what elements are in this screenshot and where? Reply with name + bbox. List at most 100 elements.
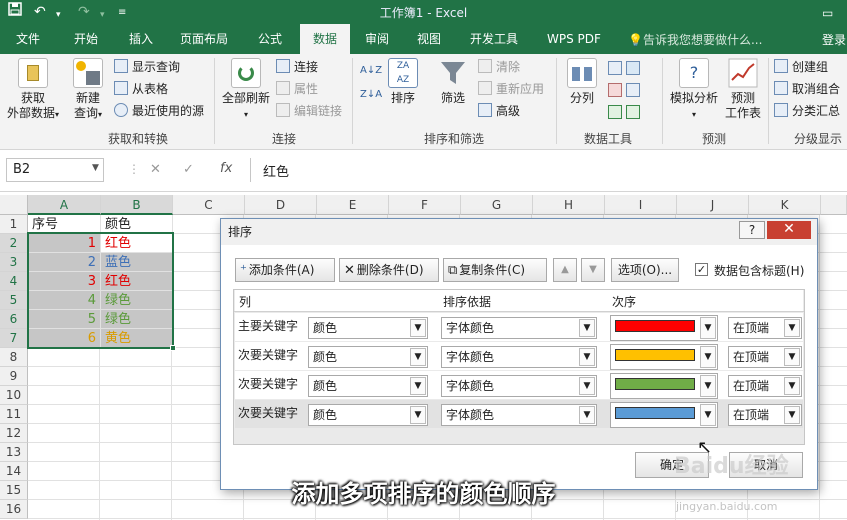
- row-header[interactable]: 8: [0, 348, 28, 367]
- cell-b7[interactable]: 黄色: [101, 329, 173, 348]
- row-header[interactable]: 9: [0, 367, 28, 386]
- row-header[interactable]: 4: [0, 272, 28, 291]
- show-queries-button[interactable]: 显示查询: [114, 58, 180, 76]
- tab-home[interactable]: 开始: [64, 24, 108, 54]
- new-query-button[interactable]: 新建 查询▾: [66, 58, 110, 122]
- tab-data[interactable]: 数据: [300, 24, 350, 54]
- sort-on-select[interactable]: 字体颜色 ▼: [441, 317, 597, 339]
- properties-button[interactable]: 属性: [276, 80, 318, 98]
- row-header[interactable]: 1: [0, 215, 28, 234]
- chevron-down-icon[interactable]: ▼: [92, 163, 99, 173]
- text-to-columns-button[interactable]: 分列: [562, 58, 602, 106]
- order-color-select[interactable]: ▼: [610, 373, 718, 399]
- options-button[interactable]: 选项(O)...: [611, 258, 679, 282]
- row-header[interactable]: 10: [0, 386, 28, 405]
- sort-za-icon[interactable]: Z↓A: [360, 86, 382, 104]
- cell-b2[interactable]: 红色: [101, 234, 173, 253]
- tell-me-box[interactable]: 💡告诉我您想要做什么...: [628, 31, 762, 48]
- cancel-entry-icon[interactable]: ✕: [150, 162, 161, 177]
- data-validation-icon[interactable]: [608, 104, 644, 122]
- refresh-all-button[interactable]: 全部刷新 ▾: [220, 58, 272, 122]
- tab-insert[interactable]: 插入: [119, 24, 163, 54]
- column-header[interactable]: K: [749, 195, 821, 215]
- sort-column-select[interactable]: 颜色 ▼: [308, 346, 428, 368]
- column-header[interactable]: I: [605, 195, 677, 215]
- remove-duplicates-icon[interactable]: [608, 82, 644, 100]
- subtotal-button[interactable]: 分类汇总: [774, 102, 840, 120]
- column-header[interactable]: E: [317, 195, 389, 215]
- cell-b6[interactable]: 绿色: [101, 310, 173, 329]
- ungroup-button[interactable]: 取消组合: [774, 80, 840, 98]
- cell-a7[interactable]: 6: [28, 329, 101, 348]
- order-color-select[interactable]: ▼: [610, 344, 718, 370]
- headers-checkbox[interactable]: ✓: [695, 263, 708, 276]
- row-header[interactable]: 12: [0, 424, 28, 443]
- tab-developer[interactable]: 开发工具: [460, 24, 528, 54]
- sort-on-select[interactable]: 字体颜色 ▼: [441, 346, 597, 368]
- sort-column-select[interactable]: 颜色 ▼: [308, 317, 428, 339]
- column-header[interactable]: F: [389, 195, 461, 215]
- tab-wps-pdf[interactable]: WPS PDF: [537, 24, 611, 54]
- cell-a2[interactable]: 1: [28, 234, 101, 253]
- order-position-select[interactable]: 在顶端 ▼: [728, 404, 802, 426]
- cell-a5[interactable]: 4: [28, 291, 101, 310]
- sign-in-link[interactable]: 登录: [822, 31, 846, 48]
- sort-button[interactable]: ZA AZ 排序: [386, 58, 420, 106]
- row-header[interactable]: 11: [0, 405, 28, 424]
- cell-b1[interactable]: 颜色: [101, 215, 173, 234]
- confirm-entry-icon[interactable]: ✓: [183, 162, 194, 177]
- sort-on-select[interactable]: 字体颜色 ▼: [441, 404, 597, 426]
- row-header[interactable]: 3: [0, 253, 28, 272]
- sort-on-select[interactable]: 字体颜色 ▼: [441, 375, 597, 397]
- select-all-corner[interactable]: [0, 195, 28, 215]
- recent-sources-button[interactable]: 最近使用的源: [114, 102, 204, 120]
- row-header[interactable]: 13: [0, 443, 28, 462]
- close-button[interactable]: ✕: [767, 221, 811, 239]
- order-color-select[interactable]: ▼: [610, 402, 718, 428]
- advanced-filter-button[interactable]: 高级: [478, 102, 520, 120]
- get-external-data-button[interactable]: 获取 外部数据▾: [4, 58, 62, 122]
- ribbon-display-icon[interactable]: ▭: [822, 3, 833, 23]
- column-header[interactable]: C: [173, 195, 245, 215]
- tab-page-layout[interactable]: 页面布局: [170, 24, 238, 54]
- column-header[interactable]: G: [461, 195, 533, 215]
- tab-file[interactable]: 文件: [6, 24, 50, 54]
- copy-level-button[interactable]: ⧉ 复制条件(C): [443, 258, 547, 282]
- sort-az-icon[interactable]: A↓Z: [360, 62, 382, 80]
- from-table-button[interactable]: 从表格: [114, 80, 168, 98]
- column-header[interactable]: D: [245, 195, 317, 215]
- column-header[interactable]: H: [533, 195, 605, 215]
- row-header[interactable]: 2: [0, 234, 28, 253]
- cell-a6[interactable]: 5: [28, 310, 101, 329]
- row-header[interactable]: 5: [0, 291, 28, 310]
- group-button[interactable]: 创建组: [774, 58, 828, 76]
- forecast-sheet-button[interactable]: 预测 工作表: [722, 58, 764, 121]
- add-level-button[interactable]: ⁺ 添加条件(A): [235, 258, 335, 282]
- order-position-select[interactable]: 在顶端 ▼: [728, 317, 802, 339]
- row-header[interactable]: 7: [0, 329, 28, 348]
- cell-a4[interactable]: 3: [28, 272, 101, 291]
- flash-fill-icon[interactable]: [608, 60, 644, 78]
- column-header[interactable]: A: [28, 195, 101, 215]
- insert-function-icon[interactable]: fx: [220, 161, 232, 176]
- sort-column-select[interactable]: 颜色 ▼: [308, 404, 428, 426]
- move-down-button[interactable]: ▼: [581, 258, 605, 282]
- move-up-button[interactable]: ▲: [553, 258, 577, 282]
- reapply-button[interactable]: 重新应用: [478, 80, 544, 98]
- cell-b4[interactable]: 红色: [101, 272, 173, 291]
- filter-button[interactable]: 筛选: [434, 58, 472, 106]
- edit-links-button[interactable]: 编辑链接: [276, 102, 342, 120]
- fill-handle[interactable]: [170, 345, 176, 351]
- row-header[interactable]: 6: [0, 310, 28, 329]
- order-position-select[interactable]: 在顶端 ▼: [728, 375, 802, 397]
- order-color-select[interactable]: ▼: [610, 315, 718, 341]
- cell-a3[interactable]: 2: [28, 253, 101, 272]
- column-header[interactable]: J: [677, 195, 749, 215]
- tab-view[interactable]: 视图: [407, 24, 451, 54]
- tab-formulas[interactable]: 公式: [248, 24, 292, 54]
- order-position-select[interactable]: 在顶端 ▼: [728, 346, 802, 368]
- tab-review[interactable]: 审阅: [355, 24, 399, 54]
- clear-filter-button[interactable]: 清除: [478, 58, 520, 76]
- cell-b5[interactable]: 绿色: [101, 291, 173, 310]
- cell-b3[interactable]: 蓝色: [101, 253, 173, 272]
